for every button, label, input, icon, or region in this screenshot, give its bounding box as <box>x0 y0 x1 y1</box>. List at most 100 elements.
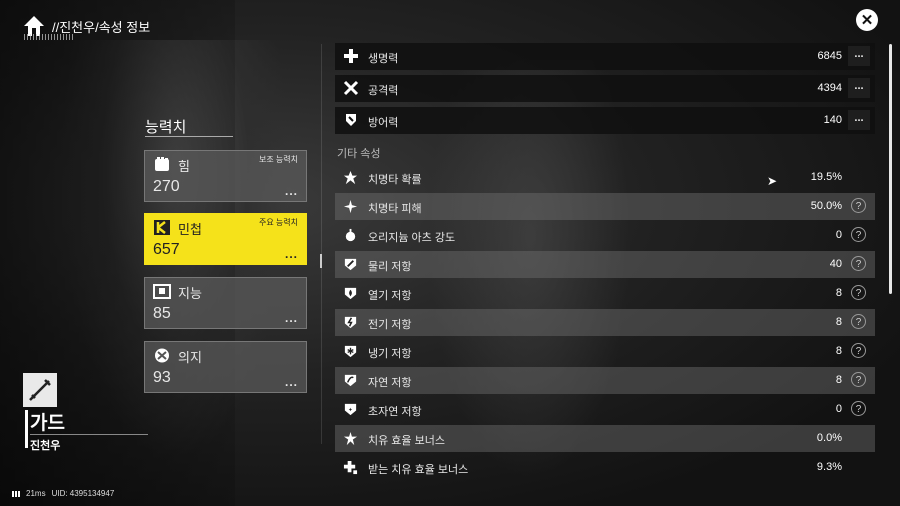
attr-value: 8 <box>835 345 842 357</box>
more-button[interactable]: ... <box>848 46 870 66</box>
stat-card-agility[interactable]: 민첩 주요 능력치 657 ... <box>144 213 307 265</box>
fist-icon <box>155 157 169 171</box>
help-button[interactable]: ? <box>851 285 866 300</box>
sword-icon <box>23 373 57 407</box>
attr-row-defense[interactable]: 방어력 140 ... <box>335 107 875 134</box>
attr-row[interactable]: 자연 저항 8? <box>335 367 875 394</box>
attr-label: 냉기 저항 <box>368 348 412 360</box>
attr-row[interactable]: 냉기 저항 8? <box>335 338 875 365</box>
stat-value: 270 <box>153 178 180 195</box>
attr-value: 8 <box>835 374 842 386</box>
stat-label: 의지 <box>178 350 202 365</box>
stat-tag: 주요 능력치 <box>258 218 298 227</box>
attr-label: 전기 저항 <box>368 319 412 331</box>
attack-icon <box>343 80 359 96</box>
stat-tag: 보조 능력치 <box>258 155 298 164</box>
attr-value: 50.0% <box>810 200 842 212</box>
help-button[interactable]: ? <box>851 401 866 416</box>
ping: 21ms <box>26 489 46 498</box>
more-button[interactable]: ... <box>285 311 298 325</box>
help-button[interactable]: ? <box>851 343 866 358</box>
attr-row[interactable]: 치명타 피해 50.0%? <box>335 193 875 220</box>
more-button[interactable]: ... <box>848 78 870 98</box>
aether-res-icon: ✦ <box>344 403 357 416</box>
attr-row[interactable]: 물리 저항 40? <box>335 251 875 278</box>
help-button[interactable]: ? <box>851 314 866 329</box>
stat-value: 657 <box>153 241 180 258</box>
attr-row-hp[interactable]: 생명력 6845 ... <box>335 43 875 70</box>
stat-label: 힘 <box>178 159 190 174</box>
attr-row-attack[interactable]: 공격력 4394 ... <box>335 75 875 102</box>
uid: UID: 4395134947 <box>51 489 115 498</box>
attr-value: 0 <box>835 229 842 241</box>
electric-res-icon <box>344 316 357 329</box>
attr-row[interactable]: 받는 치유 효율 보너스 9.3% <box>335 454 875 481</box>
attr-label: 열기 저항 <box>368 290 412 302</box>
originium-icon <box>345 228 356 242</box>
stat-value: 93 <box>153 369 171 386</box>
scroll-marker <box>320 254 322 268</box>
heal-received-icon <box>343 460 358 475</box>
attr-row[interactable]: 치유 효율 보너스 0.0% <box>335 425 875 452</box>
attr-row[interactable]: 오리지늄 아츠 강도 0? <box>335 222 875 249</box>
role-name: 가드 <box>30 413 65 434</box>
divider <box>30 434 148 435</box>
attr-label: 공격력 <box>368 85 399 97</box>
barcode <box>24 34 74 40</box>
stat-value: 85 <box>153 305 171 322</box>
role-accent <box>25 410 28 448</box>
attr-value: 140 <box>823 114 842 126</box>
attr-label: 치명타 피해 <box>368 203 422 215</box>
attr-row[interactable]: ✦ 초자연 저항 0? <box>335 396 875 423</box>
signal-icon <box>12 490 20 497</box>
attr-value: 6845 <box>817 50 842 62</box>
mouse-cursor: ➤ <box>767 174 778 188</box>
scrollbar[interactable] <box>889 44 892 294</box>
page-title: //진천우/속성 정보 <box>52 19 151 35</box>
more-button[interactable]: ... <box>285 375 298 389</box>
attr-label: 자연 저항 <box>368 377 412 389</box>
more-button[interactable]: ... <box>285 247 298 261</box>
divider <box>321 44 322 444</box>
close-button[interactable]: ✕ <box>856 9 878 31</box>
attr-label: 물리 저항 <box>368 261 412 273</box>
attr-row[interactable]: 치명타 확률 19.5% <box>335 164 875 191</box>
stat-label: 민첩 <box>178 222 202 237</box>
heat-res-icon <box>344 287 357 300</box>
footer: 21ms UID: 4395134947 <box>12 489 114 498</box>
help-button[interactable]: ? <box>851 372 866 387</box>
attr-label: 치명타 확률 <box>368 174 422 186</box>
stat-card-will[interactable]: 의지 93 ... <box>144 341 307 393</box>
attr-value: 0 <box>835 403 842 415</box>
attr-label: 방어력 <box>368 117 399 129</box>
svg-text:✦: ✦ <box>348 406 353 413</box>
attr-label: 초자연 저항 <box>368 406 422 418</box>
physical-res-icon <box>344 258 357 271</box>
cryo-res-icon <box>344 345 357 358</box>
more-button[interactable]: ... <box>285 184 298 198</box>
more-button[interactable]: ... <box>848 110 870 130</box>
stat-card-intellect[interactable]: 지능 85 ... <box>144 277 307 329</box>
help-button[interactable]: ? <box>851 227 866 242</box>
book-icon <box>153 284 171 299</box>
crit-damage-icon <box>343 199 358 214</box>
defense-icon <box>346 114 356 126</box>
stat-card-strength[interactable]: 힘 보조 능력치 270 ... <box>144 150 307 202</box>
crit-rate-icon <box>343 170 358 185</box>
divider <box>145 136 233 137</box>
stat-label: 지능 <box>178 286 202 301</box>
attr-value: 9.3% <box>816 461 842 473</box>
attr-row[interactable]: 열기 저항 8? <box>335 280 875 307</box>
attr-value: 4394 <box>817 82 842 94</box>
nature-res-icon <box>344 374 357 387</box>
attr-row[interactable]: 전기 저항 8? <box>335 309 875 336</box>
attr-label: 치유 효율 보너스 <box>368 435 445 447</box>
help-button[interactable]: ? <box>851 198 866 213</box>
attr-value: 40 <box>829 258 842 270</box>
attr-value: 0.0% <box>816 432 842 444</box>
will-icon <box>155 348 169 363</box>
attr-label: 생명력 <box>368 53 399 65</box>
stats-heading: 능력치 <box>145 119 187 136</box>
help-button[interactable]: ? <box>851 256 866 271</box>
close-icon: ✕ <box>860 12 874 29</box>
